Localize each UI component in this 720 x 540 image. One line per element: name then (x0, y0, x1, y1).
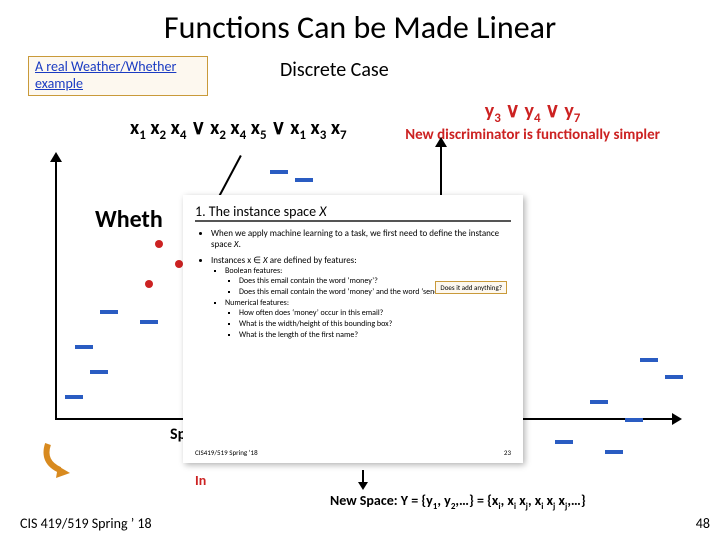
weather-link-text: A real Weather/Whether example (35, 59, 201, 93)
data-point-blue (640, 358, 658, 362)
data-point-blue (65, 395, 83, 399)
formula-left: x1 x2 x4 ∨ x2 x4 x5 ∨ x1 x3 x7 (130, 115, 347, 143)
arrow-down-icon (362, 470, 364, 484)
inset-slide: 1. The instance space X When we apply ma… (183, 195, 523, 463)
inset-subbullet: Numerical features: How often does ‘mone… (225, 298, 511, 340)
data-point-blue (625, 418, 643, 422)
data-point-red (145, 280, 153, 288)
inset-bullet: Instances x ∈ X are defined by features:… (211, 255, 511, 340)
inset-subsubbullet: What is the length of the first name? (239, 330, 511, 340)
inset-subsubbullet: How often does ‘money’ occur in this ema… (239, 308, 511, 318)
inset-title: 1. The instance space X (195, 203, 511, 222)
data-point-blue (590, 400, 608, 404)
inset-footer-left: CIS419/519 Spring ’18 (195, 448, 258, 457)
in-label: In (195, 472, 206, 489)
subtitle: Discrete Case (280, 58, 389, 82)
whether-label: Wheth (95, 205, 163, 234)
data-point-blue (665, 375, 683, 379)
data-point-blue (75, 345, 93, 349)
inset-callout: Does it add anything? (435, 281, 507, 294)
inset-subsubbullet: What is the width/height of this boundin… (239, 319, 511, 329)
data-point-blue (295, 178, 313, 182)
formula-right-expr: y3 ∨ y4 ∨ y7 (485, 99, 581, 123)
data-point-blue (100, 310, 118, 314)
data-point-blue (555, 440, 573, 444)
arrow-right-icon (672, 413, 682, 425)
data-point-red (175, 260, 183, 268)
inset-bullet: When we apply machine learning to a task… (211, 228, 511, 251)
data-point-blue (270, 170, 288, 174)
arrow-up-icon (50, 152, 62, 162)
slide-title: Functions Can be Made Linear (0, 0, 720, 47)
axis-vertical (55, 160, 57, 420)
footer-course: CIS 419/519 Spring ’ 18 (20, 515, 152, 532)
data-point-blue (605, 450, 623, 454)
data-point-blue (90, 370, 108, 374)
inset-footer-right: 23 (504, 448, 511, 457)
curved-arrow-icon (40, 440, 100, 480)
data-point-blue (140, 320, 158, 324)
new-space-formula: New Space: Y = {y1, y2,…} = {xi, xi xj, … (330, 492, 586, 512)
weather-link-box[interactable]: A real Weather/Whether example (28, 56, 208, 96)
footer-pagenum: 48 (696, 515, 710, 532)
data-point-red (155, 240, 163, 248)
